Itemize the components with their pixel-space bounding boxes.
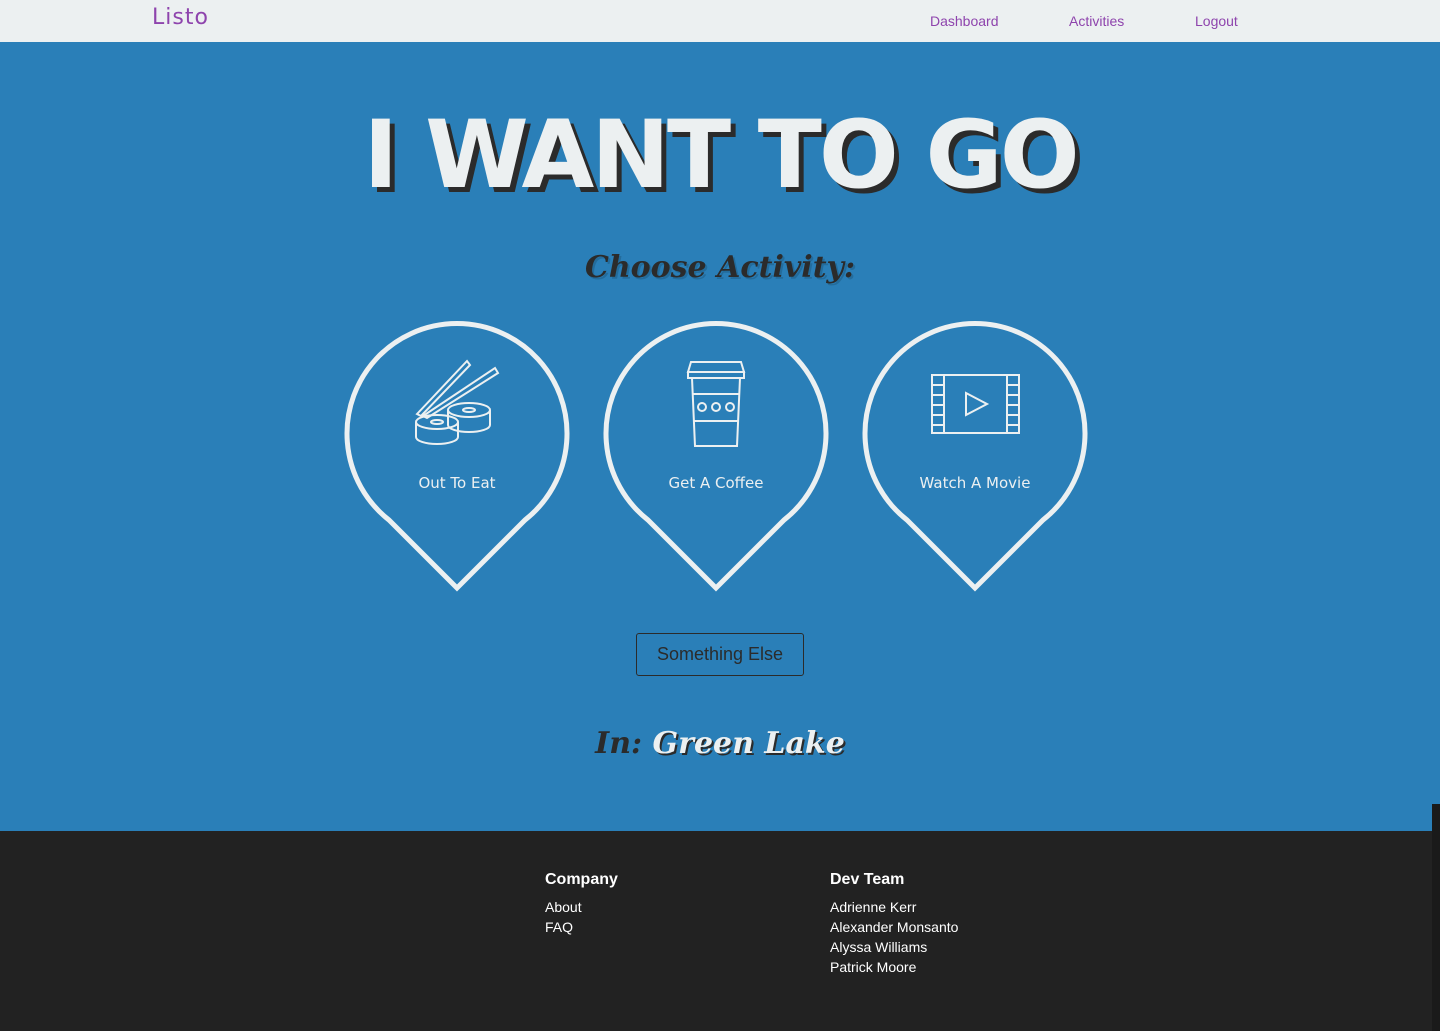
dev-team-member[interactable]: Patrick Moore xyxy=(830,957,958,977)
location-prefix: In: xyxy=(595,726,643,761)
location-line: In: Green Lake xyxy=(0,726,1440,761)
activity-pin-get-a-coffee[interactable]: Get A Coffee xyxy=(602,318,830,593)
logo[interactable]: Listo xyxy=(152,5,209,30)
activity-pin-watch-a-movie[interactable]: Watch A Movie xyxy=(861,318,1089,593)
location-place[interactable]: Green Lake xyxy=(653,726,845,761)
footer-devteam-column: Dev Team Adrienne Kerr Alexander Monsant… xyxy=(830,871,958,977)
activity-label: Get A Coffee xyxy=(668,474,764,492)
dev-team-member[interactable]: Alyssa Williams xyxy=(830,937,958,957)
footer-link-about[interactable]: About xyxy=(545,897,618,917)
footer-heading: Company xyxy=(545,871,618,888)
navbar: Listo Dashboard Activities Logout xyxy=(0,0,1440,42)
sushi-icon xyxy=(415,359,500,445)
hero-section: I WANT TO GO Choose Activity: Out To Eat xyxy=(0,42,1440,831)
nav-link-logout[interactable]: Logout xyxy=(1195,13,1238,29)
nav-link-dashboard[interactable]: Dashboard xyxy=(930,13,999,29)
footer: Company About FAQ Dev Team Adrienne Kerr… xyxy=(0,831,1440,1031)
film-icon xyxy=(931,374,1020,434)
coffee-cup-icon xyxy=(686,361,746,447)
dev-team-member[interactable]: Adrienne Kerr xyxy=(830,897,958,917)
footer-company-column: Company About FAQ xyxy=(545,871,618,937)
something-else-button[interactable]: Something Else xyxy=(636,633,804,676)
dev-team-member[interactable]: Alexander Monsanto xyxy=(830,917,958,937)
nav-link-activities[interactable]: Activities xyxy=(1069,13,1124,29)
activity-label: Out To Eat xyxy=(418,474,496,492)
page-title: I WANT TO GO xyxy=(363,101,1079,210)
activity-label: Watch A Movie xyxy=(919,474,1031,492)
scrollbar[interactable] xyxy=(1432,804,1440,1031)
choose-activity-heading: Choose Activity: xyxy=(584,250,856,285)
footer-heading: Dev Team xyxy=(830,871,905,888)
activity-pin-out-to-eat[interactable]: Out To Eat xyxy=(343,318,571,593)
footer-link-faq[interactable]: FAQ xyxy=(545,917,618,937)
